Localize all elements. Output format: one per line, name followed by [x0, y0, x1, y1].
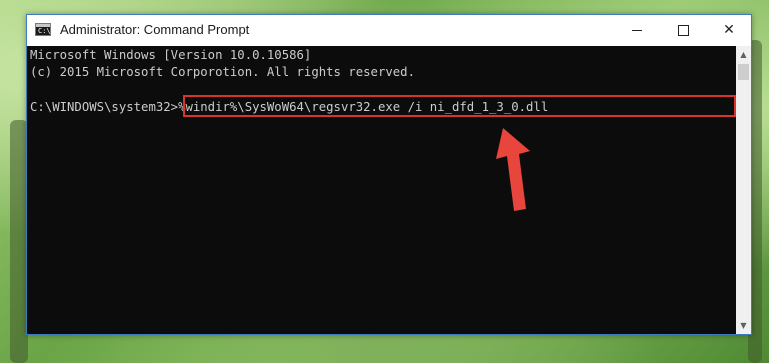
vertical-scrollbar[interactable]: ▲ ▼	[736, 46, 751, 334]
scroll-up-arrow-icon[interactable]: ▲	[736, 46, 751, 63]
console-line-copyright: (c) 2015 Microsoft Corporotion. All righ…	[30, 65, 415, 79]
command-highlight-box	[183, 95, 736, 117]
red-arrow-icon	[496, 128, 530, 211]
console-line-version: Microsoft Windows [Version 10.0.10586]	[30, 48, 312, 62]
close-icon: ✕	[723, 22, 735, 38]
title-bar[interactable]: C:\ Administrator: Command Prompt ✕	[27, 15, 751, 46]
maximize-icon	[677, 24, 689, 36]
minimize-button[interactable]	[614, 15, 660, 46]
command-prompt-window[interactable]: C:\ Administrator: Command Prompt ✕ Micr…	[26, 14, 752, 335]
console-output[interactable]: Microsoft Windows [Version 10.0.10586] (…	[27, 46, 736, 334]
cmd-icon: C:\	[35, 23, 51, 36]
window-title: Administrator: Command Prompt	[60, 22, 250, 37]
close-button[interactable]: ✕	[706, 15, 752, 46]
scroll-down-arrow-icon[interactable]: ▼	[736, 317, 751, 334]
maximize-button[interactable]	[660, 15, 706, 46]
scrollbar-thumb[interactable]	[738, 64, 749, 80]
minimize-icon	[632, 29, 642, 31]
